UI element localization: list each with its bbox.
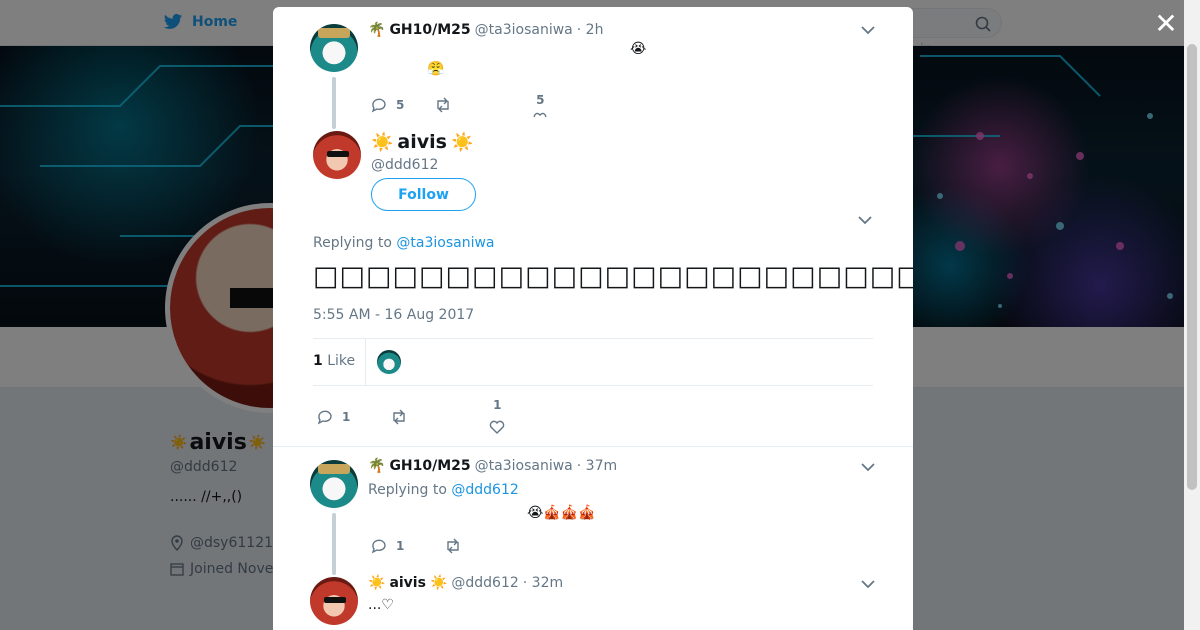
like-count: 5 xyxy=(536,93,545,107)
sun-emoji: ☀️ xyxy=(371,131,394,153)
tweet-text: □□□□□□□□□□□□□□□□□□□□□□□□□□□□□□□ xyxy=(313,261,913,292)
replying-to-label: Replying to xyxy=(313,235,392,251)
tweet-stats: 1 Like xyxy=(313,338,873,386)
tweet-emoji-text: 😭🎪🎪🎪 xyxy=(527,505,596,521)
replying-to: Replying to @ddd612 xyxy=(368,482,519,498)
tweet-actions: 1 1 xyxy=(316,398,506,436)
tweet-emoji: 😭 xyxy=(630,41,647,57)
close-icon[interactable]: ✕ xyxy=(1154,10,1178,38)
author-name[interactable]: aivis xyxy=(389,575,426,591)
tweet-header: 🌴 GH10/M25 @ta3iosaniwa · 37m xyxy=(368,458,617,474)
sun-emoji: ☀️ xyxy=(368,575,386,591)
author-name[interactable]: GH10/M25 xyxy=(389,458,470,474)
reply-icon xyxy=(371,539,386,554)
tweet-time[interactable]: · 32m xyxy=(523,575,563,591)
replying-to-label: Replying to xyxy=(368,482,447,498)
retweet-icon xyxy=(393,409,406,425)
replying-to: Replying to @ta3iosaniwa xyxy=(313,235,495,251)
tweet-header: ☀️ aivis ☀️ @ddd612 · 32m xyxy=(368,575,563,591)
avatar[interactable] xyxy=(310,460,358,508)
replying-to-handle[interactable]: @ddd612 xyxy=(451,482,518,498)
palm-tree-emoji: 🌴 xyxy=(368,22,386,38)
retweet-icon xyxy=(447,538,460,554)
like-button[interactable]: 5 xyxy=(532,93,548,117)
follow-button[interactable]: Follow xyxy=(371,178,476,211)
tweet-header: 🌴 GH10/M25 @ta3iosaniwa · 2h xyxy=(368,22,603,38)
reply-count: 5 xyxy=(396,98,405,112)
heart-icon xyxy=(490,420,505,434)
page-scrollbar[interactable] xyxy=(1184,0,1200,630)
likes-label: Like xyxy=(327,353,356,369)
stats-divider xyxy=(365,339,366,385)
reply-icon xyxy=(371,98,386,113)
reply-button[interactable]: 1 xyxy=(370,537,404,555)
tweet-modal: 🌴 GH10/M25 @ta3iosaniwa · 2h 😭 😤 5 5 ☀️ … xyxy=(273,7,913,630)
avatar[interactable] xyxy=(310,577,358,625)
reply-count: 1 xyxy=(396,539,405,553)
chevron-down-icon[interactable] xyxy=(861,462,875,472)
author-name[interactable]: GH10/M25 xyxy=(389,22,470,38)
likes-stat[interactable]: 1 Like xyxy=(313,353,355,369)
author-handle[interactable]: @ddd612 xyxy=(371,157,438,173)
reply-button[interactable]: 1 xyxy=(316,408,350,426)
author-handle[interactable]: @ta3iosaniwa xyxy=(475,458,573,474)
tweet-text: ...♡ xyxy=(368,597,394,613)
like-button[interactable]: 1 xyxy=(488,398,506,436)
thread-line xyxy=(332,513,336,575)
tweet-actions: 5 5 xyxy=(370,93,548,117)
likes-count: 1 xyxy=(313,353,323,369)
heart-icon xyxy=(533,112,548,117)
palm-tree-emoji: 🌴 xyxy=(368,458,386,474)
reply-count: 1 xyxy=(342,410,351,424)
sun-emoji: ☀️ xyxy=(429,575,448,591)
retweet-button[interactable] xyxy=(434,96,452,114)
tweet-time[interactable]: · 2h xyxy=(577,22,604,38)
retweet-button[interactable] xyxy=(390,408,408,426)
retweet-icon xyxy=(437,97,450,113)
tweet-time[interactable]: · 37m xyxy=(577,458,617,474)
author-handle[interactable]: @ta3iosaniwa xyxy=(475,22,573,38)
tweet-emoji: 😤 xyxy=(427,61,445,77)
divider xyxy=(273,446,913,447)
scrollbar-thumb[interactable] xyxy=(1187,44,1197,490)
avatar[interactable] xyxy=(313,131,361,179)
author-handle[interactable]: @ddd612 xyxy=(451,575,518,591)
sun-emoji: ☀️ xyxy=(450,131,474,153)
tweet-author-header: ☀️ aivis ☀️ xyxy=(371,131,473,153)
retweet-button[interactable] xyxy=(444,537,462,555)
reply-icon xyxy=(317,410,332,425)
chevron-down-icon[interactable] xyxy=(861,25,875,35)
reply-button[interactable]: 5 xyxy=(370,96,404,114)
liker-avatar[interactable] xyxy=(377,350,401,374)
replying-to-handle[interactable]: @ta3iosaniwa xyxy=(396,235,494,251)
chevron-down-icon[interactable] xyxy=(861,579,875,589)
tweet-actions: 1 xyxy=(370,537,462,555)
avatar[interactable] xyxy=(310,24,358,72)
like-count: 1 xyxy=(493,398,502,412)
author-name[interactable]: aivis xyxy=(397,131,447,153)
chevron-down-icon[interactable] xyxy=(858,215,872,225)
tweet-timestamp[interactable]: 5:55 AM - 16 Aug 2017 xyxy=(313,307,474,323)
thread-line xyxy=(332,77,336,129)
